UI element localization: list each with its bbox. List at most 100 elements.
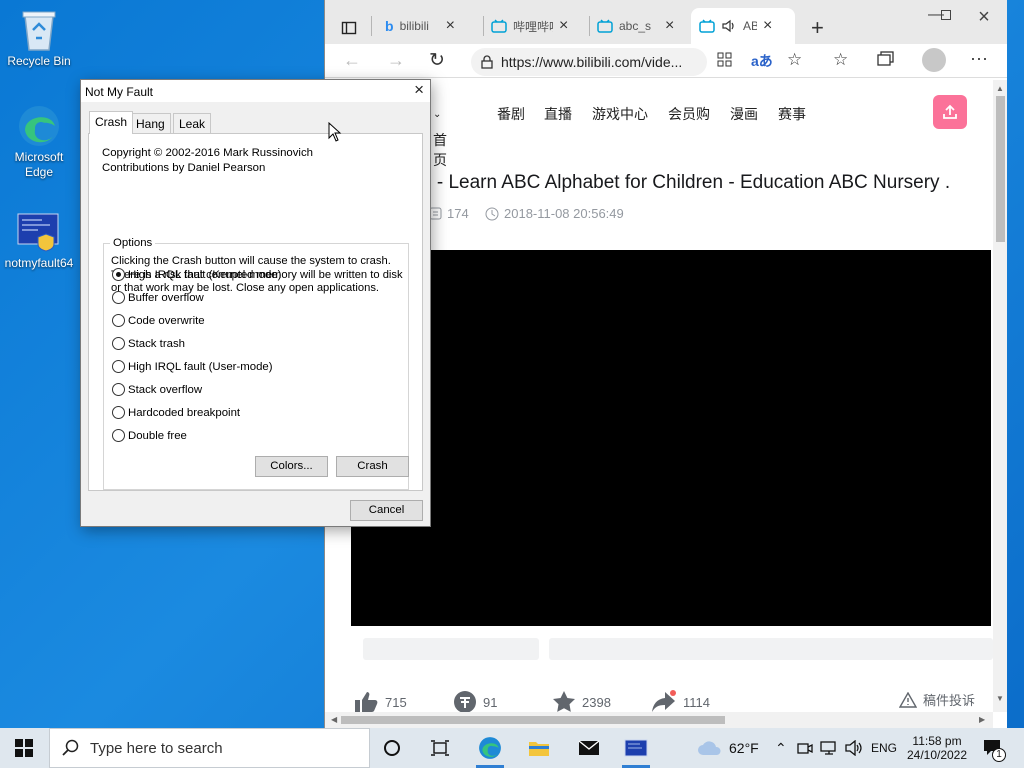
radio-circle-icon[interactable] bbox=[112, 429, 125, 442]
crash-option-radio[interactable]: Double free bbox=[112, 429, 187, 442]
tab-bilibili-home[interactable]: 哔哩哔哩 × bbox=[483, 8, 576, 44]
nav-item-anime[interactable]: 番剧 bbox=[497, 104, 525, 124]
desktop-icon-notmyfault64[interactable]: notmyfault64 bbox=[1, 210, 77, 271]
clock[interactable]: 11:58 pm 24/10/2022 bbox=[906, 728, 968, 768]
desktop-icon-microsoft-edge[interactable]: Microsoft Edge bbox=[1, 104, 77, 180]
maximize-icon-wrap[interactable] bbox=[927, 6, 957, 26]
vertical-scrollbar[interactable]: ▲ ▼ bbox=[993, 80, 1007, 712]
profile-avatar[interactable] bbox=[922, 48, 946, 72]
radio-circle-icon[interactable] bbox=[112, 360, 125, 373]
radio-circle-icon[interactable] bbox=[112, 337, 125, 350]
like-button[interactable]: 715 bbox=[353, 690, 407, 714]
favorite-button[interactable]: 2398 bbox=[552, 690, 611, 714]
tab-leak[interactable]: Leak bbox=[173, 113, 212, 133]
close-window-button[interactable]: × bbox=[969, 6, 999, 28]
crash-option-radio[interactable]: Stack trash bbox=[112, 337, 185, 350]
mail-button[interactable] bbox=[577, 736, 601, 760]
refresh-button[interactable]: ↻ bbox=[429, 49, 445, 72]
nav-item-live[interactable]: 直播 bbox=[544, 104, 572, 124]
tab-bilibili[interactable]: b bilibili × bbox=[377, 8, 463, 44]
add-favorite-button[interactable]: ☆ bbox=[787, 50, 802, 70]
taskbar: Type here to search 62°F ⌃ ENG 11:58 pm … bbox=[0, 728, 1024, 768]
show-hidden-icons-button[interactable]: ⌃ bbox=[775, 728, 787, 768]
scroll-down-icon[interactable]: ▼ bbox=[996, 694, 1004, 703]
volume-button[interactable] bbox=[845, 728, 863, 768]
radio-circle-icon[interactable] bbox=[112, 268, 125, 281]
crash-option-radio[interactable]: Code overwrite bbox=[112, 314, 205, 327]
close-tab-icon[interactable]: × bbox=[559, 17, 568, 35]
cortana-button[interactable] bbox=[380, 736, 404, 760]
dialog-close-button[interactable]: × bbox=[414, 80, 424, 100]
nav-item-home[interactable]: 首页 ⌄ bbox=[433, 104, 447, 168]
upload-button[interactable] bbox=[933, 95, 967, 129]
close-tab-icon[interactable]: × bbox=[446, 17, 455, 35]
translate-button[interactable]: aあ bbox=[751, 51, 773, 71]
tab-title: abc_s bbox=[619, 19, 652, 33]
scroll-left-icon[interactable]: ◀ bbox=[331, 715, 337, 724]
collections-button[interactable] bbox=[877, 51, 895, 70]
desktop-icon-recycle-bin[interactable]: Recycle Bin bbox=[1, 8, 77, 69]
tab-actions-icon bbox=[341, 21, 357, 35]
tab-title: bilibili bbox=[399, 19, 429, 33]
scroll-up-icon[interactable]: ▲ bbox=[996, 84, 1004, 93]
forward-button[interactable]: → bbox=[387, 50, 405, 71]
crash-option-radio[interactable]: High IRQL fault (User-mode) bbox=[112, 360, 273, 373]
report-button[interactable]: 稿件投诉 bbox=[899, 690, 975, 709]
settings-menu-button[interactable]: ··· bbox=[970, 48, 988, 69]
scroll-right-icon[interactable]: ▶ bbox=[979, 715, 985, 724]
colors-button[interactable]: Colors... bbox=[255, 456, 328, 477]
radio-circle-icon[interactable] bbox=[112, 314, 125, 327]
taskbar-search-box[interactable]: Type here to search bbox=[49, 728, 370, 768]
meet-now-button[interactable] bbox=[797, 728, 813, 768]
url-field[interactable]: https://www.bilibili.com/vide... bbox=[471, 48, 707, 76]
taskbar-edge-button[interactable] bbox=[478, 736, 502, 760]
clock-time: 11:58 pm bbox=[912, 734, 962, 748]
tab-abc-search[interactable]: abc_s × bbox=[589, 8, 682, 44]
notmyfault-taskbar-button[interactable] bbox=[624, 736, 648, 760]
nav-item-manga[interactable]: 漫画 bbox=[730, 104, 758, 124]
task-view-button[interactable] bbox=[428, 736, 452, 760]
video-player[interactable] bbox=[351, 250, 991, 626]
tab-actions-button[interactable] bbox=[333, 10, 365, 46]
crash-option-label: High IRQL fault (Kernel-mode) bbox=[128, 268, 282, 281]
close-tab-icon[interactable]: × bbox=[665, 17, 674, 35]
bilibili-tv-icon bbox=[491, 19, 507, 33]
loading-placeholder bbox=[363, 638, 539, 660]
favorites-button[interactable]: ☆ bbox=[833, 50, 848, 70]
horizontal-scrollbar[interactable]: ◀ ▶ bbox=[325, 712, 993, 728]
share-button[interactable]: 1114 bbox=[651, 690, 710, 714]
new-tab-button[interactable]: + bbox=[803, 10, 832, 46]
crash-option-radio[interactable]: Hardcoded breakpoint bbox=[112, 406, 240, 419]
nav-item-game-center[interactable]: 游戏中心 bbox=[592, 104, 648, 124]
cancel-button[interactable]: Cancel bbox=[350, 500, 423, 521]
apps-button[interactable] bbox=[717, 52, 733, 71]
notification-center-button[interactable]: 1 bbox=[982, 728, 1006, 768]
start-button[interactable] bbox=[12, 736, 36, 760]
upload-icon bbox=[943, 104, 957, 119]
language-indicator[interactable]: ENG bbox=[871, 728, 897, 768]
scrollbar-thumb[interactable] bbox=[996, 96, 1005, 242]
nav-item-esports[interactable]: 赛事 bbox=[778, 104, 806, 124]
coin-button[interactable]: 91 bbox=[453, 690, 497, 714]
network-button[interactable] bbox=[820, 728, 838, 768]
close-tab-icon[interactable]: × bbox=[763, 17, 772, 35]
crash-button[interactable]: Crash bbox=[336, 456, 409, 477]
back-button[interactable]: ← bbox=[343, 50, 361, 71]
radio-circle-icon[interactable] bbox=[112, 383, 125, 396]
radio-circle-icon[interactable] bbox=[112, 291, 125, 304]
weather-widget[interactable]: 62°F bbox=[697, 728, 759, 768]
forward-arrow-icon: → bbox=[387, 50, 405, 70]
scrollbar-thumb[interactable] bbox=[341, 716, 725, 724]
tab-crash[interactable]: Crash bbox=[89, 111, 134, 134]
nav-item-vip-shop[interactable]: 会员购 bbox=[668, 104, 710, 124]
crash-option-radio[interactable]: Buffer overflow bbox=[112, 291, 204, 304]
tab-abc-video-active[interactable]: AB × bbox=[691, 8, 795, 44]
loading-placeholder bbox=[549, 638, 993, 660]
crash-option-radio[interactable]: High IRQL fault (Kernel-mode) bbox=[112, 268, 281, 281]
cortana-circle-icon bbox=[384, 740, 400, 756]
crash-option-radio[interactable]: Stack overflow bbox=[112, 383, 202, 396]
file-explorer-button[interactable] bbox=[527, 736, 551, 760]
radio-circle-icon[interactable] bbox=[112, 406, 125, 419]
tab-hang[interactable]: Hang bbox=[130, 113, 171, 133]
speaker-icon[interactable] bbox=[721, 19, 737, 33]
